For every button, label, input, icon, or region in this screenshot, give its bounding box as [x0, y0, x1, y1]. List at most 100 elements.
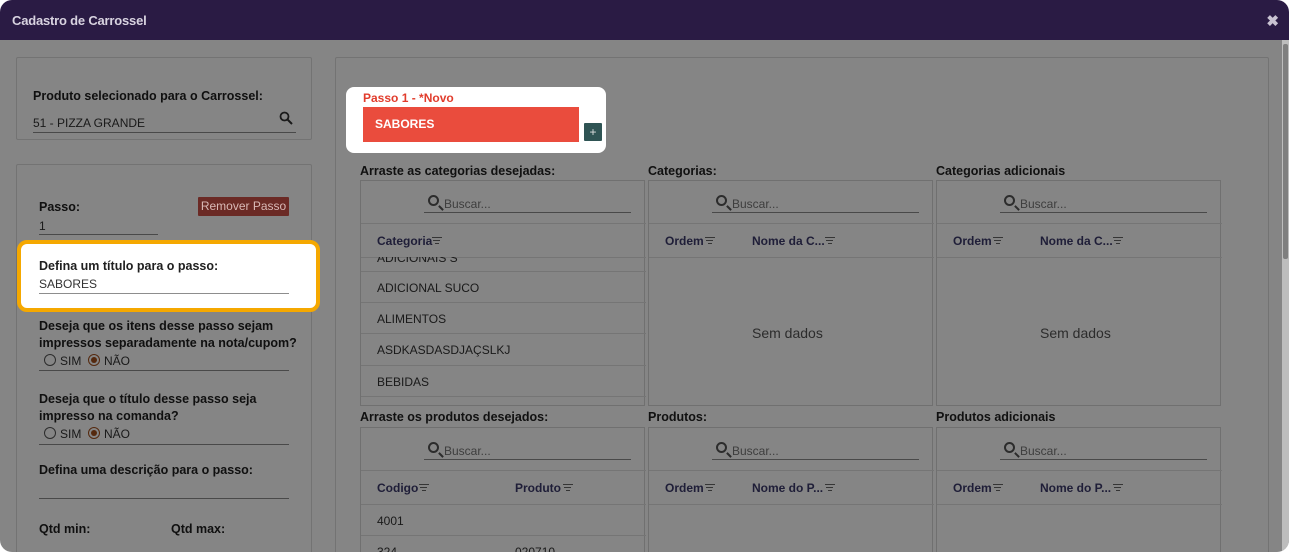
grid-header-bottom — [649, 504, 934, 505]
produtos-disponiveis-grid: Buscar... Codigo Produto 4001 324 020710 — [360, 427, 646, 552]
categorias-adicionais-title: Categorias adicionais — [936, 164, 1066, 178]
passo-label: Passo: — [39, 200, 80, 214]
grid-header-top — [361, 223, 646, 224]
comanda-label-1: Deseja que o título desse passo seja — [39, 392, 257, 406]
search-underline — [1000, 212, 1207, 213]
produtos-selecionados-search-input[interactable]: Buscar... — [732, 444, 779, 458]
filter-icon[interactable] — [993, 484, 1003, 491]
search-underline — [712, 212, 919, 213]
categorias-grid: Buscar... Ordem Nome da C... Sem dados — [648, 180, 934, 406]
col-ordem[interactable]: Ordem — [665, 481, 704, 495]
search-icon[interactable] — [279, 111, 293, 125]
impressos-nao-label: NÃO — [104, 354, 131, 368]
grid-header-top — [649, 470, 934, 471]
search-icon — [716, 442, 727, 453]
passo-panel: Passo: 1 Deseja que os itens desse passo… — [16, 164, 312, 552]
scrollbar-thumb[interactable] — [1283, 44, 1288, 259]
col-codigo[interactable]: Codigo — [377, 481, 418, 495]
produtos-adicionais-title: Produtos adicionais — [936, 410, 1056, 424]
passo-heading: Passo 1 - *Novo — [363, 91, 454, 105]
search-underline — [712, 459, 919, 460]
col-produto[interactable]: Produto — [515, 481, 561, 495]
filter-icon[interactable] — [419, 484, 429, 491]
filter-icon[interactable] — [705, 484, 715, 491]
categorias-title: Categorias: — [648, 164, 717, 178]
list-item[interactable]: BEBIDAS — [377, 375, 429, 389]
comanda-underline — [39, 444, 289, 445]
passo-card: Passo 1 - *Novo SABORES + — [346, 87, 606, 153]
table-row-codigo[interactable]: 4001 — [377, 514, 404, 528]
list-item[interactable]: ADICIONAL SUCO — [377, 281, 479, 295]
impressos-sim-label: SIM — [60, 354, 82, 368]
filter-icon[interactable] — [1113, 237, 1123, 244]
filter-icon[interactable] — [993, 237, 1003, 244]
col-nome[interactable]: Nome do P... — [1040, 481, 1111, 495]
filter-icon[interactable] — [432, 237, 442, 244]
comanda-nao-radio[interactable] — [88, 427, 100, 439]
row-divider — [361, 333, 646, 334]
grid-header-bottom — [937, 504, 1222, 505]
list-item[interactable]: ADICIONAIS S — [377, 257, 458, 265]
impressos-label-2: impressos separadamente na nota/cupom? — [39, 336, 297, 350]
filter-icon[interactable] — [825, 484, 835, 491]
filter-icon[interactable] — [563, 484, 573, 491]
remove-passo-button[interactable]: Remover Passo — [198, 197, 289, 216]
add-passo-button[interactable]: + — [584, 123, 602, 141]
categorias-drag-title: Arraste as categorias desejadas: — [360, 164, 556, 178]
passo-sabores-button[interactable]: SABORES — [363, 107, 579, 142]
row-divider — [361, 302, 646, 303]
row-divider — [361, 365, 646, 366]
descricao-underline[interactable] — [39, 498, 289, 499]
col-ordem[interactable]: Ordem — [953, 234, 992, 248]
table-row-codigo[interactable]: 324 — [377, 545, 397, 552]
categorias-search-input[interactable]: Buscar... — [444, 197, 491, 211]
list-item[interactable]: ASDKASDASDJAÇSLKJ — [377, 343, 510, 357]
grid-header-top — [649, 223, 934, 224]
row-divider — [361, 271, 646, 272]
grid-header-top — [937, 223, 1222, 224]
produtos-search-input[interactable]: Buscar... — [444, 444, 491, 458]
table-row-produto[interactable]: 020710 — [515, 545, 555, 552]
col-ordem[interactable]: Ordem — [953, 481, 992, 495]
filter-icon[interactable] — [825, 237, 835, 244]
impressos-label-1: Deseja que os itens desse passo sejam — [39, 319, 274, 333]
col-nome[interactable]: Nome do P... — [752, 481, 823, 495]
no-data-text: Sem dados — [1040, 325, 1111, 341]
close-icon[interactable]: ✖ — [1266, 12, 1279, 30]
qtd-max-label: Qtd max: — [171, 522, 226, 536]
grid-header-top — [937, 470, 1222, 471]
produto-value[interactable]: 51 - PIZZA GRANDE — [33, 116, 145, 130]
search-icon — [1004, 442, 1015, 453]
col-categoria[interactable]: Categoria — [377, 234, 432, 248]
comanda-sim-radio[interactable] — [44, 427, 56, 439]
passo-underline — [39, 234, 158, 235]
col-ordem[interactable]: Ordem — [665, 234, 704, 248]
passo-value[interactable]: 1 — [39, 219, 46, 233]
produtos-adicionais-search-input[interactable]: Buscar... — [1020, 444, 1067, 458]
produtos-title: Produtos: — [648, 410, 708, 424]
titulo-underline — [39, 293, 289, 294]
categorias-search-underline — [424, 212, 631, 213]
filter-icon[interactable] — [705, 237, 715, 244]
search-icon — [1004, 195, 1015, 206]
comanda-sim-label: SIM — [60, 427, 82, 441]
categorias-selecionadas-search-input[interactable]: Buscar... — [732, 197, 779, 211]
comanda-nao-label: NÃO — [104, 427, 131, 441]
row-divider — [361, 535, 646, 536]
col-nome[interactable]: Nome da C... — [752, 234, 825, 248]
categorias-adicionais-search-input[interactable]: Buscar... — [1020, 197, 1067, 211]
col-nome[interactable]: Nome da C... — [1040, 234, 1113, 248]
list-item[interactable]: ALIMENTOS — [377, 312, 446, 326]
titulo-input[interactable]: SABORES — [39, 277, 97, 291]
categorias-disponiveis-grid: Buscar... Categoria ADICIONAIS S ADICION… — [360, 180, 646, 406]
titulo-label: Defina um título para o passo: — [39, 259, 219, 273]
search-icon — [428, 195, 439, 206]
produto-panel: Produto selecionado para o Carrossel: 51… — [16, 57, 312, 140]
impressos-sim-radio[interactable] — [44, 354, 56, 366]
comanda-label-2: impresso na comanda? — [39, 409, 179, 423]
filter-icon[interactable] — [1113, 484, 1123, 491]
no-data-text: Sem dados — [752, 325, 823, 341]
impressos-nao-radio[interactable] — [88, 354, 100, 366]
produtos-grid: Buscar... Ordem Nome do P... — [648, 427, 934, 552]
grid-header-bottom — [361, 504, 646, 505]
